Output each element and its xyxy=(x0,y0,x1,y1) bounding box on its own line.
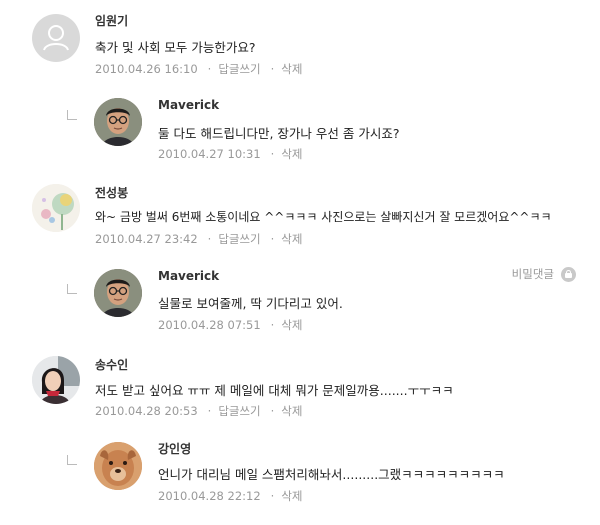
reply-button[interactable]: 답글쓰기 xyxy=(218,62,260,76)
comment-author[interactable]: Maverick xyxy=(158,269,219,283)
comment-item: 송수인 저도 받고 싶어요 ㅠㅠ 제 메일에 대체 뭐가 문제일까용......… xyxy=(0,352,600,432)
reply-item: 강인영 언니가 대리님 메일 스팸처리해놔서.........그랬ㅋㅋㅋㅋㅋㅋㅋ… xyxy=(0,433,600,523)
default-avatar-icon[interactable] xyxy=(32,14,80,62)
comment-author[interactable]: 강인영 xyxy=(158,440,191,457)
comment-text: 축가 및 사회 모두 가능한가요? xyxy=(95,40,256,55)
comment-date: 2010.04.28 07:51 xyxy=(158,318,261,332)
delete-button[interactable]: 삭제 xyxy=(281,232,302,246)
delete-button[interactable]: 삭제 xyxy=(281,318,302,332)
comment-meta: 2010.04.27 23:42 · 답글쓰기 · 삭제 xyxy=(95,232,303,246)
comment-meta: 2010.04.28 07:51 · 삭제 xyxy=(158,318,303,332)
comment-meta: 2010.04.27 10:31 · 삭제 xyxy=(158,147,303,161)
comment-meta: 2010.04.26 16:10 · 답글쓰기 · 삭제 xyxy=(95,62,303,76)
comment-date: 2010.04.28 22:12 xyxy=(158,489,261,503)
comment-item: 임원기 축가 및 사회 모두 가능한가요? 2010.04.26 16:10 · 답… xyxy=(0,0,600,85)
lock-icon xyxy=(561,266,576,282)
comment-author[interactable]: 임원기 xyxy=(95,12,128,29)
comment-author[interactable]: 전성봉 xyxy=(95,184,128,201)
comment-date: 2010.04.27 23:42 xyxy=(95,232,198,246)
comment-author[interactable]: Maverick xyxy=(158,98,219,112)
comment-author[interactable]: 송수인 xyxy=(95,356,128,373)
woman-avatar-icon[interactable] xyxy=(32,356,80,404)
comment-date: 2010.04.28 20:53 xyxy=(95,404,198,418)
reply-item: Maverick 비밀댓글 실물로 보여줄께, 딱 기다리고 있어. 2010.… xyxy=(0,262,600,347)
comment-date: 2010.04.26 16:10 xyxy=(95,62,198,76)
comment-text: 저도 받고 싶어요 ㅠㅠ 제 메일에 대체 뭐가 문제일까용.......ㅜㅜㅋ… xyxy=(95,383,454,398)
delete-button[interactable]: 삭제 xyxy=(281,489,302,503)
delete-button[interactable]: 삭제 xyxy=(281,404,302,418)
reply-arrow-icon xyxy=(67,455,77,465)
delete-button[interactable]: 삭제 xyxy=(281,147,302,161)
comment-item: 전성봉 와~ 금방 벌써 6번째 소통이네요 ^^ㅋㅋㅋ 사진으로는 살빠지신거… xyxy=(0,180,600,260)
reply-arrow-icon xyxy=(67,110,77,120)
secret-comment-badge: 비밀댓글 xyxy=(512,266,576,282)
comment-meta: 2010.04.28 20:53 · 답글쓰기 · 삭제 xyxy=(95,404,303,418)
comment-meta: 2010.04.28 22:12 · 삭제 xyxy=(158,489,303,503)
comment-text: 둘 다도 해드립니다만, 장가나 우선 좀 가시죠? xyxy=(158,126,400,141)
reply-item: Maverick 둘 다도 해드립니다만, 장가나 우선 좀 가시죠? 2010… xyxy=(0,88,600,173)
dog-avatar-icon[interactable] xyxy=(94,442,142,490)
flower-avatar-icon[interactable] xyxy=(32,184,80,232)
comment-text: 실물로 보여줄께, 딱 기다리고 있어. xyxy=(158,296,343,311)
man-glasses-avatar-icon[interactable] xyxy=(94,269,142,317)
reply-button[interactable]: 답글쓰기 xyxy=(218,232,260,246)
reply-arrow-icon xyxy=(67,284,77,294)
secret-label: 비밀댓글 xyxy=(511,267,554,281)
comment-text: 언니가 대리님 메일 스팸처리해놔서.........그랬ㅋㅋㅋㅋㅋㅋㅋㅋㅋ xyxy=(158,467,505,482)
comment-date: 2010.04.27 10:31 xyxy=(158,147,261,161)
delete-button[interactable]: 삭제 xyxy=(281,62,302,76)
man-glasses-avatar-icon[interactable] xyxy=(94,98,142,146)
comment-list: 임원기 축가 및 사회 모두 가능한가요? 2010.04.26 16:10 · 답… xyxy=(0,0,600,525)
reply-button[interactable]: 답글쓰기 xyxy=(218,404,260,418)
comment-text: 와~ 금방 벌써 6번째 소통이네요 ^^ㅋㅋㅋ 사진으로는 살빠지신거 잘 모… xyxy=(95,210,552,224)
